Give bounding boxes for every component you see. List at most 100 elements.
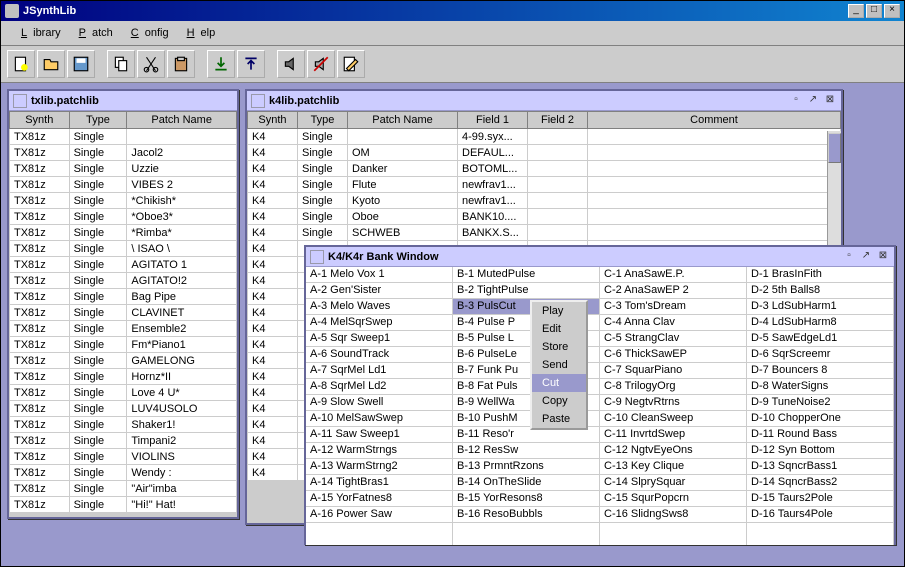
bank-cell[interactable]: D-8 WaterSigns [747,379,893,395]
bank-cell[interactable]: A-10 MelSawSwep [306,411,452,427]
close-icon[interactable]: ⊠ [823,94,837,108]
bank-cell[interactable]: B-16 ResoBubbls [453,507,599,523]
table-row[interactable]: TX81zSingleVIOLINS [10,449,237,465]
bank-cell[interactable]: D-6 SqrScreemr [747,347,893,363]
bank-cell[interactable]: D-16 Taurs4Pole [747,507,893,523]
bank-cell[interactable]: A-16 Power Saw [306,507,452,523]
iconify-icon[interactable]: ▫ [842,250,856,264]
bank-cell[interactable]: D-3 LdSubHarm1 [747,299,893,315]
table-row[interactable]: TX81zSingleFm*Piano1 [10,337,237,353]
bank-grid[interactable]: A-1 Melo Vox 1A-2 Gen'SisterA-3 Melo Wav… [306,267,894,545]
table-row[interactable]: K4SingleFlutenewfrav1... [248,177,841,193]
maximize-icon[interactable]: ↗ [806,94,820,108]
table-row[interactable]: TX81zSingleLove 4 U* [10,385,237,401]
bank-cell[interactable]: B-13 PrmntRzons [453,459,599,475]
bank-cell[interactable]: C-16 SlidngSws8 [600,507,746,523]
txlib-table[interactable]: SynthTypePatch Name TX81zSingleTX81zSing… [9,111,237,513]
bank-cell[interactable]: C-14 SlprySquar [600,475,746,491]
bank-cell[interactable]: A-15 YorFatnes8 [306,491,452,507]
bank-cell[interactable]: C-1 AnaSawE.P. [600,267,746,283]
column-header[interactable]: Type [298,112,348,129]
table-row[interactable]: TX81zSingle*Oboe3* [10,209,237,225]
k4lib-titlebar[interactable]: k4lib.patchlib ▫ ↗ ⊠ [247,91,841,111]
close-icon[interactable]: ⊠ [876,250,890,264]
table-row[interactable]: TX81zSingleWendy : [10,465,237,481]
table-row[interactable]: TX81zSingle VIBES 2 [10,177,237,193]
bank-cell[interactable]: A-12 WarmStrngs [306,443,452,459]
table-row[interactable]: TX81zSingle [10,129,237,145]
bank-cell[interactable]: D-14 SqncrBass2 [747,475,893,491]
bank-titlebar[interactable]: K4/K4r Bank Window ▫ ↗ ⊠ [306,247,894,267]
paste-button[interactable] [167,50,195,78]
table-row[interactable]: TX81zSingle*Chikish* [10,193,237,209]
bank-cell[interactable]: C-7 SquarPiano [600,363,746,379]
column-header[interactable]: Field 2 [528,112,588,129]
table-row[interactable]: TX81zSingle"Hi!" Hat! [10,497,237,513]
bank-cell[interactable]: B-14 OnTheSlide [453,475,599,491]
table-row[interactable]: TX81zSingleBag Pipe [10,289,237,305]
bank-cell[interactable]: B-15 YorResons8 [453,491,599,507]
bank-cell[interactable]: C-15 SqurPopcrn [600,491,746,507]
bank-cell[interactable]: A-8 SqrMel Ld2 [306,379,452,395]
bank-cell[interactable]: A-1 Melo Vox 1 [306,267,452,283]
bank-cell[interactable]: C-4 Anna Clav [600,315,746,331]
table-row[interactable]: TX81zSingleTimpani2 [10,433,237,449]
menu-item-store[interactable]: Store [532,338,586,356]
menu-patch[interactable]: Patch [67,23,119,43]
column-header[interactable]: Synth [10,112,70,129]
bank-cell[interactable]: A-6 SoundTrack [306,347,452,363]
bank-cell[interactable]: B-2 TightPulse [453,283,599,299]
bank-cell[interactable]: C-5 StrangClav [600,331,746,347]
sound-button[interactable] [277,50,305,78]
table-row[interactable]: TX81zSingle AGITATO 1 [10,257,237,273]
menu-item-cut[interactable]: Cut [532,374,586,392]
table-row[interactable]: K4SingleKyotonewfrav1... [248,193,841,209]
close-button[interactable]: × [884,4,900,18]
bank-cell[interactable]: A-3 Melo Waves [306,299,452,315]
menu-item-copy[interactable]: Copy [532,392,586,410]
column-header[interactable]: Field 1 [458,112,528,129]
cut-button[interactable] [137,50,165,78]
txlib-titlebar[interactable]: txlib.patchlib [9,91,237,111]
bank-cell[interactable]: D-13 SqncrBass1 [747,459,893,475]
bank-cell[interactable]: C-12 NgtvEyeOns [600,443,746,459]
bank-cell[interactable]: C-3 Tom'sDream [600,299,746,315]
bank-cell[interactable]: D-11 Round Bass [747,427,893,443]
iconify-icon[interactable]: ▫ [789,94,803,108]
column-header[interactable]: Comment [588,112,841,129]
table-row[interactable]: TX81zSingle*Rimba* [10,225,237,241]
bank-cell[interactable]: C-2 AnaSawEP 2 [600,283,746,299]
table-row[interactable]: TX81zSingle\ ISAO \ [10,241,237,257]
bank-cell[interactable]: D-5 SawEdgeLd1 [747,331,893,347]
bank-cell[interactable]: A-4 MelSqrSwep [306,315,452,331]
menu-item-paste[interactable]: Paste [532,410,586,428]
bank-cell[interactable]: D-12 Syn Bottom [747,443,893,459]
bank-cell[interactable]: D-2 5th Balls8 [747,283,893,299]
menu-item-send[interactable]: Send [532,356,586,374]
bank-cell[interactable]: A-2 Gen'Sister [306,283,452,299]
table-row[interactable]: K4SingleSCHWEBBANKX.S... [248,225,841,241]
table-row[interactable]: K4SingleDankerBOTOML... [248,161,841,177]
bank-cell[interactable]: A-9 Slow Swell [306,395,452,411]
bank-cell[interactable]: B-12 ResSw [453,443,599,459]
txlib-frame[interactable]: txlib.patchlib SynthTypePatch Name TX81z… [7,89,239,519]
menu-item-play[interactable]: Play [532,302,586,320]
menu-item-edit[interactable]: Edit [532,320,586,338]
bank-cell[interactable]: C-6 ThickSawEP [600,347,746,363]
table-row[interactable]: TX81zSingleShaker1! [10,417,237,433]
edit-button[interactable] [337,50,365,78]
upload-button[interactable] [237,50,265,78]
menu-library[interactable]: Library [9,23,67,43]
bank-cell[interactable]: A-5 Sqr Sweep1 [306,331,452,347]
table-row[interactable]: TX81zSingleEnsemble2 [10,321,237,337]
bank-cell[interactable]: D-4 LdSubHarm8 [747,315,893,331]
bank-frame[interactable]: K4/K4r Bank Window ▫ ↗ ⊠ A-1 Melo Vox 1A… [304,245,896,545]
bank-cell[interactable]: D-1 BrasInFith [747,267,893,283]
bank-cell[interactable]: A-14 TightBras1 [306,475,452,491]
context-menu[interactable]: PlayEditStoreSendCutCopyPaste [530,300,588,430]
menu-config[interactable]: Config [119,23,175,43]
column-header[interactable]: Type [69,112,127,129]
maximize-button[interactable]: □ [866,4,882,18]
strike-button[interactable] [307,50,335,78]
table-row[interactable]: TX81zSingleGAMELONG [10,353,237,369]
